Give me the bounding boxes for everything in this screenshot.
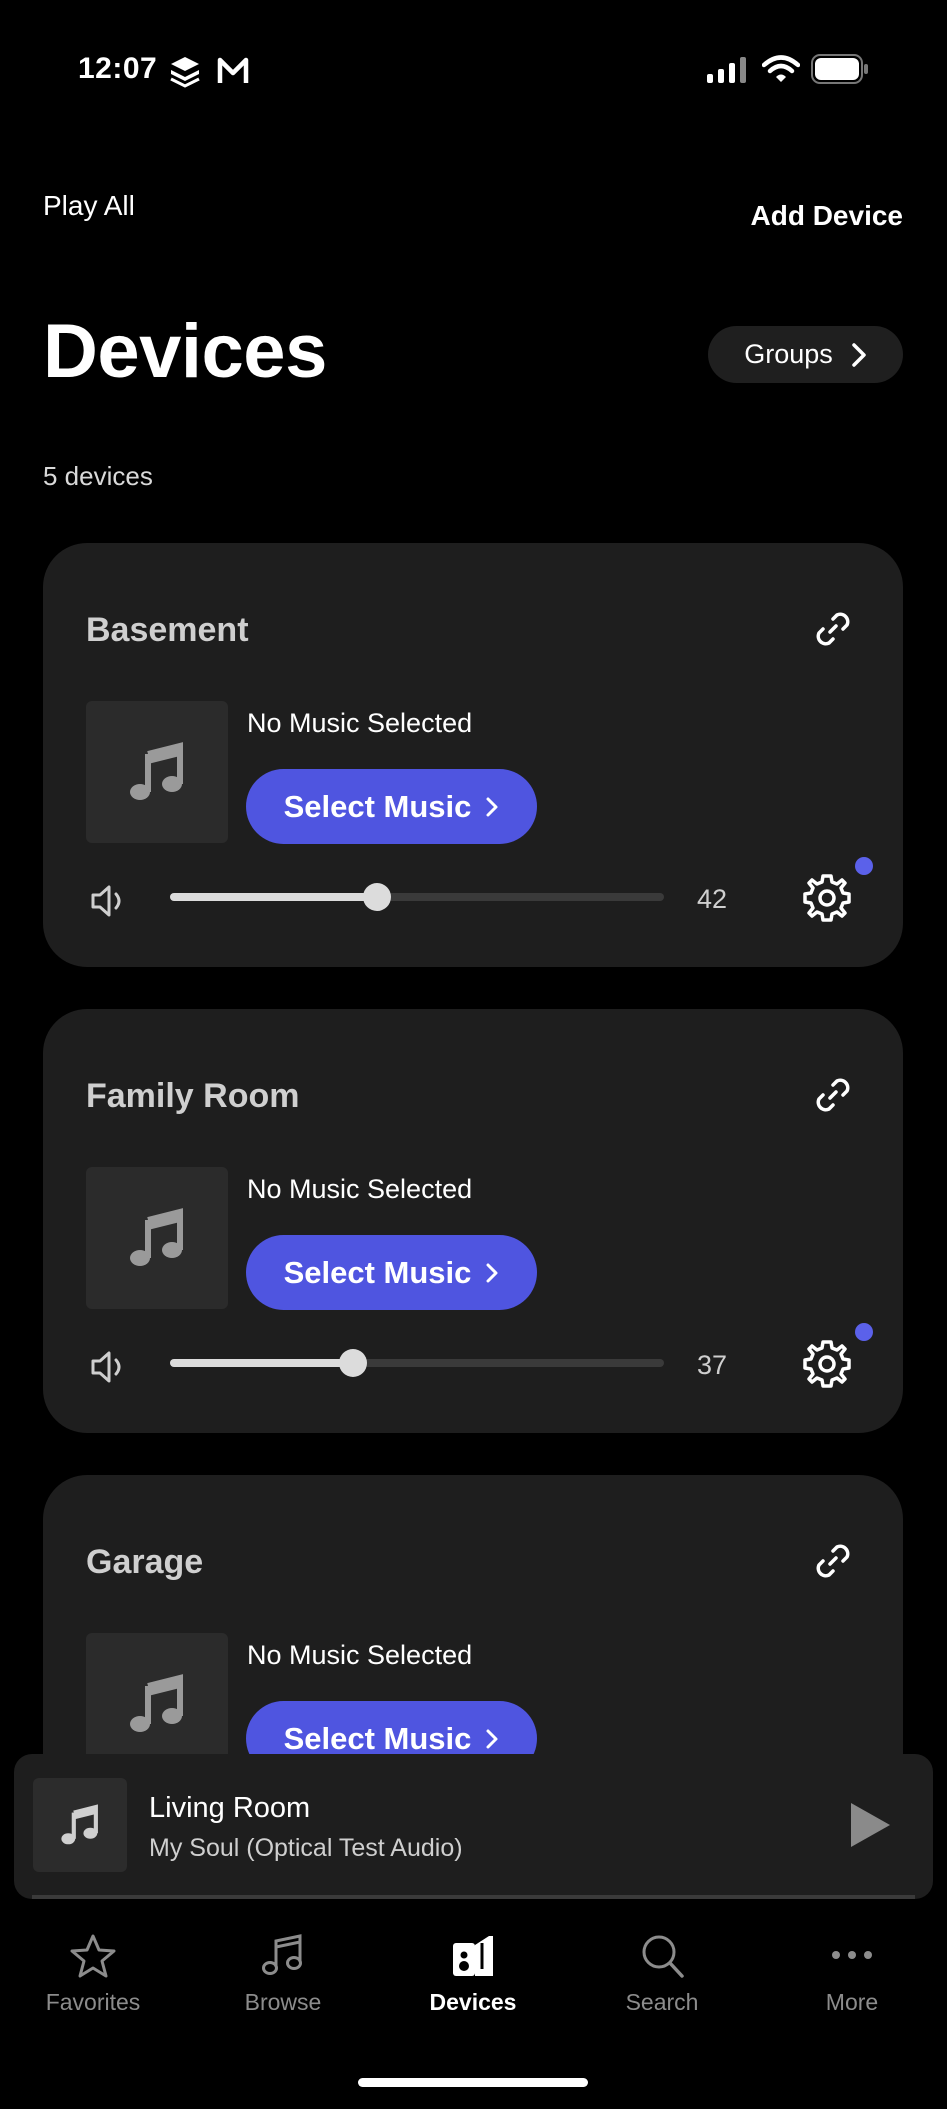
link-icon[interactable]: [809, 1071, 857, 1119]
volume-slider-knob[interactable]: [363, 883, 392, 911]
music-note-icon: [130, 1674, 183, 1732]
status-time: 12:07: [78, 52, 158, 85]
playback-status: No Music Selected: [247, 1174, 473, 1204]
home-indicator[interactable]: [358, 2078, 588, 2087]
battery-icon: [811, 54, 868, 84]
album-art-placeholder: [86, 1167, 228, 1309]
music-note-icon: [61, 1804, 98, 1845]
play-all-button[interactable]: Play All: [43, 190, 135, 222]
speaker-icon: [453, 1936, 493, 1976]
gear-icon[interactable]: [802, 1339, 852, 1389]
album-art-placeholder: [86, 701, 228, 843]
tab-favorites[interactable]: Favorites: [23, 1933, 163, 2016]
now-playing-room: Living Room: [149, 1792, 311, 1824]
mail-icon: [217, 57, 249, 83]
link-icon[interactable]: [809, 1537, 857, 1585]
tab-label: Devices: [429, 1989, 517, 2015]
select-music-label: Select Music: [283, 1254, 472, 1290]
stacked-app-icon: [170, 57, 200, 88]
music-note-icon: [130, 1208, 183, 1266]
tab-label: More: [825, 1989, 879, 2015]
chevron-right-icon: [486, 1729, 498, 1748]
link-icon[interactable]: [809, 605, 857, 653]
volume-icon[interactable]: [89, 1347, 129, 1387]
gear-icon[interactable]: [802, 873, 852, 923]
now-playing-art: [33, 1778, 127, 1872]
device-name: Garage: [86, 1543, 204, 1581]
chevron-right-icon: [486, 1263, 498, 1282]
now-playing-track: My Soul (Optical Test Audio): [149, 1834, 463, 1862]
tab-label: Favorites: [45, 1989, 141, 2015]
playback-status: No Music Selected: [247, 708, 473, 738]
volume-value: 37: [697, 1350, 728, 1380]
page-title: Devices: [43, 309, 327, 394]
volume-slider-knob[interactable]: [338, 1349, 367, 1377]
select-music-label: Select Music: [283, 788, 472, 824]
device-count: 5 devices: [43, 461, 153, 491]
device-name: Basement: [86, 611, 249, 649]
select-music-button[interactable]: Select Music: [246, 1235, 537, 1310]
volume-value: 42: [697, 884, 728, 914]
tab-browse[interactable]: Browse: [213, 1933, 353, 2016]
tab-devices[interactable]: Devices: [403, 1933, 543, 2016]
groups-label: Groups: [744, 339, 833, 369]
select-music-label: Select Music: [283, 1720, 472, 1756]
volume-slider[interactable]: [170, 1349, 664, 1377]
tab-search[interactable]: Search: [592, 1933, 732, 2016]
notification-dot: [855, 857, 873, 875]
tab-label: Browse: [244, 1989, 322, 2015]
music-note-icon: [130, 742, 183, 800]
more-dots-icon: [832, 1951, 872, 1959]
wifi-icon: [762, 55, 800, 82]
add-device-button[interactable]: Add Device: [751, 200, 904, 232]
device-name: Family Room: [86, 1077, 300, 1115]
playback-status: No Music Selected: [247, 1640, 473, 1670]
select-music-button[interactable]: Select Music: [246, 769, 537, 844]
device-card-family-room[interactable]: Family Room No Music Selected Select Mus…: [43, 1009, 903, 1433]
volume-slider-fill: [170, 1359, 353, 1367]
notification-dot: [855, 1323, 873, 1341]
tab-more[interactable]: More: [782, 1933, 922, 2016]
signal-icon: [707, 57, 746, 83]
volume-icon[interactable]: [89, 881, 129, 921]
star-icon: [70, 1934, 116, 1978]
music-note-icon: [262, 1934, 302, 1975]
volume-slider-fill: [170, 893, 378, 901]
tab-label: Search: [625, 1989, 699, 2015]
now-playing-bar[interactable]: Living Room My Soul (Optical Test Audio): [14, 1754, 933, 1899]
play-icon[interactable]: [847, 1800, 893, 1850]
playback-progress: [32, 1895, 915, 1899]
device-card-basement[interactable]: Basement No Music Selected Select Music …: [43, 543, 903, 967]
volume-slider[interactable]: [170, 883, 664, 911]
groups-button[interactable]: Groups: [708, 326, 903, 383]
chevron-right-icon: [486, 797, 498, 816]
chevron-right-icon: [852, 342, 866, 367]
search-icon: [642, 1935, 684, 1978]
